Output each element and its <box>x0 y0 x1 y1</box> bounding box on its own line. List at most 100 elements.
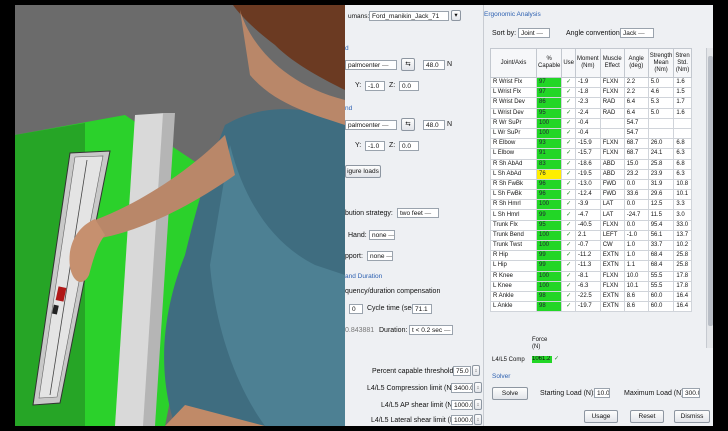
3d-viewport[interactable] <box>15 5 345 426</box>
compression-spin-icon[interactable]: ↕ <box>474 382 482 393</box>
manikin-field[interactable]: Ford_manikin_Jack_71 <box>369 11 449 21</box>
table-scrollbar[interactable] <box>706 48 713 348</box>
column-header[interactable]: % Capable <box>535 48 563 78</box>
column-header[interactable]: Stren Std. (Nm) <box>673 48 692 78</box>
capable-cell: 99 <box>535 260 563 272</box>
use-check[interactable]: ✓ <box>561 280 577 292</box>
angle-convention-select[interactable]: Jack <box>620 28 654 38</box>
table-row[interactable]: L Sh FwBk 96 ✓ -12.4 FWD 33.6 29.6 10.1 <box>490 189 692 201</box>
use-check[interactable]: ✓ <box>561 209 577 221</box>
right-force-value[interactable]: 48.0 <box>423 120 445 130</box>
use-check[interactable]: ✓ <box>561 76 577 89</box>
capable-cell: 100 <box>535 127 563 140</box>
table-row[interactable]: R Wr SuPr 100 ✓ -0.4 54.7 <box>490 117 692 129</box>
compression-label: L4/L5 Compression limit (N): <box>367 385 456 392</box>
table-row[interactable]: L Wrist Dev 95 ✓ -2.4 RAD 6.4 5.0 1.6 <box>490 107 692 119</box>
column-header[interactable]: Angle (deg) <box>623 48 649 78</box>
table-row[interactable]: R Knee 100 ✓ -8.1 FLXN 10.0 55.5 17.8 <box>490 270 692 282</box>
use-check[interactable]: ✓ <box>561 229 577 242</box>
column-header[interactable]: Muscle Effect <box>599 48 625 78</box>
right-site-pick-icon[interactable]: ⇆ <box>401 118 415 131</box>
use-check[interactable]: ✓ <box>561 168 577 180</box>
use-check[interactable]: ✓ <box>561 158 577 170</box>
right-y-value[interactable]: -1.0 <box>365 141 385 151</box>
table-row[interactable]: L Sh Hmrl 99 ✓ -4.7 LAT -24.7 11.5 3.0 <box>490 209 692 221</box>
use-check[interactable]: ✓ <box>561 219 577 231</box>
table-row[interactable]: L Hip 99 ✓ -11.3 EXTN 1.1 68.4 25.8 <box>490 260 692 272</box>
use-check[interactable]: ✓ <box>561 87 577 99</box>
manikin-picker-button[interactable]: ▾ <box>451 10 461 21</box>
duration-select[interactable]: t < 0.2 sec <box>409 325 453 335</box>
column-header[interactable]: Use <box>561 48 577 78</box>
table-row[interactable]: R Elbow 93 ✓ -15.9 FLXN 68.7 26.0 6.8 <box>490 138 692 150</box>
table-row[interactable]: L Elbow 91 ✓ -15.7 FLXN 68.7 24.1 6.3 <box>490 148 692 160</box>
lateral-shear-value[interactable]: 1000.0 <box>451 415 473 425</box>
use-check[interactable]: ✓ <box>561 199 577 211</box>
threshold-value[interactable]: 75.0 <box>453 366 471 376</box>
table-row[interactable]: R Wrist Flx 97 ✓ -1.9 FLXN 2.2 5.0 1.6 <box>490 76 692 89</box>
table-row[interactable]: Trunk Twst 100 ✓ -0.7 CW 1.0 33.7 10.2 <box>490 239 692 252</box>
threshold-spin-icon[interactable]: ↕ <box>472 365 480 376</box>
l4l5-comp-use-check[interactable]: ✓ <box>554 355 559 362</box>
left-z-value[interactable]: 0.0 <box>399 81 419 91</box>
use-check[interactable]: ✓ <box>561 260 577 272</box>
use-check[interactable]: ✓ <box>561 301 577 313</box>
use-check[interactable]: ✓ <box>561 148 577 160</box>
table-row[interactable]: Trunk Bend 100 ✓ 2.1 LEFT -1.0 56.1 13.7 <box>490 229 692 242</box>
use-check[interactable]: ✓ <box>561 239 577 252</box>
use-check[interactable]: ✓ <box>561 290 577 303</box>
frequency-value[interactable]: 0 <box>349 304 363 314</box>
distribution-select[interactable]: two feet <box>397 208 439 218</box>
solve-button[interactable]: Solve <box>492 387 528 400</box>
right-site-select[interactable]: palmcenter <box>345 120 397 130</box>
table-row[interactable]: R Wrist Dev 86 ✓ -2.3 RAD 6.4 5.3 1.7 <box>490 97 692 109</box>
starting-load-value[interactable]: 10.0 <box>594 388 610 398</box>
right-z-value[interactable]: 0.0 <box>399 141 419 151</box>
use-check[interactable]: ✓ <box>561 189 577 201</box>
use-check[interactable]: ✓ <box>561 250 577 262</box>
left-site-select[interactable]: palmcenter <box>345 60 397 70</box>
usage-button[interactable]: Usage <box>584 410 618 423</box>
left-y-value[interactable]: -1.0 <box>365 81 385 91</box>
column-header[interactable]: Joint/Axis <box>490 48 537 78</box>
table-row[interactable]: L Knee 100 ✓ -6.3 FLXN 10.1 55.5 17.8 <box>490 280 692 292</box>
left-site-pick-icon[interactable]: ⇆ <box>401 58 415 71</box>
use-check[interactable]: ✓ <box>561 270 577 282</box>
support-select[interactable]: none <box>367 251 393 261</box>
reset-button[interactable]: Reset <box>630 410 664 423</box>
sort-select[interactable]: Joint <box>518 28 550 38</box>
muscle-cell: LAT <box>599 199 625 211</box>
use-check[interactable]: ✓ <box>561 127 577 140</box>
table-row[interactable]: R Hip 99 ✓ -11.2 EXTN 1.0 68.4 25.8 <box>490 250 692 262</box>
use-check[interactable]: ✓ <box>561 107 577 119</box>
table-row[interactable]: R Sh Hmrl 100 ✓ -3.9 LAT 0.0 12.5 3.3 <box>490 199 692 211</box>
use-check[interactable]: ✓ <box>561 178 577 191</box>
table-row[interactable]: L Wr SuPr 100 ✓ -0.4 54.7 <box>490 127 692 140</box>
compression-value[interactable]: 3400.0 <box>451 383 473 393</box>
table-row[interactable]: R Sh FwBk 96 ✓ -13.0 FWD 0.0 31.9 10.8 <box>490 178 692 191</box>
configure-loads-button[interactable]: igure loads <box>345 165 381 178</box>
maximum-load-value[interactable]: 300.0 <box>682 388 700 398</box>
cycle-time-value[interactable]: 71.1 <box>412 304 432 314</box>
dismiss-button[interactable]: Dismiss <box>674 410 710 423</box>
hand-select[interactable]: none <box>369 230 395 240</box>
use-check[interactable]: ✓ <box>561 117 577 129</box>
joint-cell: L Wrist Flx <box>490 87 537 99</box>
use-check[interactable]: ✓ <box>561 97 577 109</box>
table-row[interactable]: L Wrist Flx 97 ✓ -1.8 FLXN 2.2 4.6 1.5 <box>490 87 692 99</box>
column-header[interactable]: Moment (Nm) <box>575 48 601 78</box>
lateral-shear-spin-icon[interactable]: ↕ <box>474 414 482 425</box>
left-force-value[interactable]: 48.0 <box>423 60 445 70</box>
ap-shear-value[interactable]: 1000.0 <box>451 400 473 410</box>
strength-mean-cell: 55.5 <box>647 270 675 282</box>
column-header[interactable]: Strength Mean (Nm) <box>647 48 675 78</box>
table-header-row: Joint/Axis% Capable Use Moment (Nm) Muscle … <box>490 48 692 78</box>
use-check[interactable]: ✓ <box>561 138 577 150</box>
table-row[interactable]: L Ankle 98 ✓ -19.7 EXTN 8.6 60.0 16.4 <box>490 301 692 313</box>
table-row[interactable]: R Ankle 98 ✓ -22.5 EXTN 8.6 60.0 16.4 <box>490 290 692 303</box>
table-row[interactable]: R Sh AbAd 83 ✓ -18.6 ABD 15.0 25.8 6.8 <box>490 158 692 170</box>
table-row[interactable]: L Sh AbAd 76 ✓ -19.5 ABD 23.2 23.9 6.3 <box>490 168 692 180</box>
ap-shear-spin-icon[interactable]: ↕ <box>474 399 482 410</box>
scroll-thumb[interactable] <box>708 56 713 326</box>
table-row[interactable]: Trunk Flx 95 ✓ -40.5 FLXN 0.0 95.4 33.0 <box>490 219 692 231</box>
